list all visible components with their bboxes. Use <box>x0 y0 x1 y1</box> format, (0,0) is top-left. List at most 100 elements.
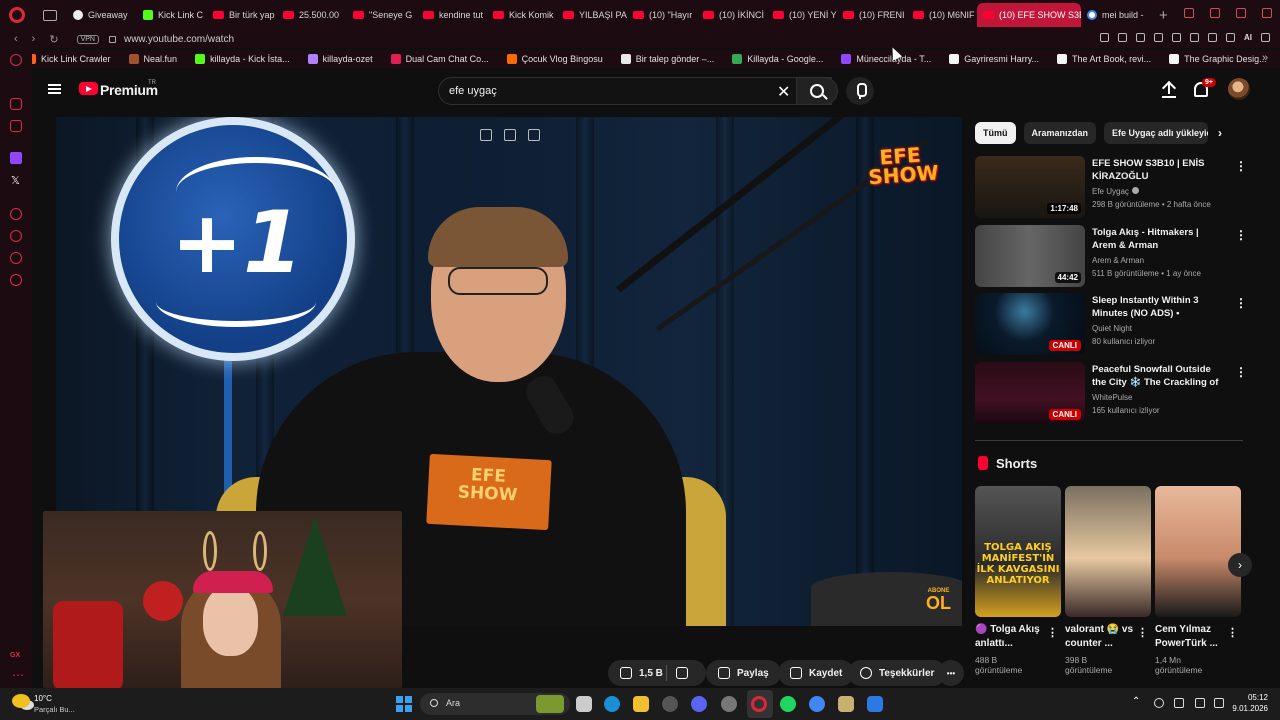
video-thumbnail[interactable]: CANLI <box>975 293 1085 355</box>
short-title[interactable]: Cem Yılmaz PowerTürk ... <box>1155 623 1225 651</box>
sidebar-x-icon[interactable]: 𝕏 <box>11 174 20 187</box>
opera-gx-icon[interactable] <box>751 696 767 712</box>
aria-ai-button[interactable]: AI <box>1244 33 1252 42</box>
weather-icon[interactable] <box>12 694 30 708</box>
network-tray-icon[interactable] <box>1195 698 1205 708</box>
tab[interactable]: (10) İKİNCİ <box>697 3 767 27</box>
sidebar-gx-icon[interactable]: GX <box>10 652 20 659</box>
recommendation-item[interactable]: CANLI Peaceful Snowfall Outside the City … <box>975 362 1255 424</box>
tab[interactable]: YILBAŞI PA <box>557 3 627 27</box>
file-explorer-icon[interactable] <box>633 696 649 712</box>
voice-search-icon[interactable] <box>846 77 874 105</box>
reload-icon[interactable]: ↻ <box>49 33 58 46</box>
obs-icon[interactable] <box>721 696 737 712</box>
save-button[interactable]: Kaydet <box>778 660 855 686</box>
extensions-icon[interactable] <box>1190 33 1199 42</box>
sidebar-more-icon[interactable]: ⋯ <box>12 668 24 682</box>
more-options-icon[interactable]: ⋮ <box>1047 626 1058 639</box>
bookmark-item[interactable]: Bir talep gönder –... <box>620 54 714 64</box>
opera-logo-icon[interactable] <box>9 7 25 23</box>
edge-icon[interactable] <box>604 696 620 712</box>
short-item[interactable]: TOLGA AKIŞ MANİFEST'IN İLK KAVGASINI ANL… <box>975 486 1061 675</box>
channel-name[interactable]: WhitePulse <box>1092 393 1132 402</box>
maximize-icon[interactable] <box>1236 8 1246 18</box>
search-button[interactable] <box>796 77 838 105</box>
vpn-badge[interactable]: VPN <box>76 34 99 44</box>
easy-setup-icon[interactable] <box>1208 33 1217 42</box>
tab[interactable]: mei build - <box>1081 3 1151 27</box>
short-thumbnail[interactable] <box>1065 486 1151 617</box>
bookmark-item[interactable]: The Art Book, revi... <box>1057 54 1151 64</box>
video-thumbnail[interactable]: 44:42 <box>975 225 1085 287</box>
thumbs-down-icon[interactable] <box>676 667 688 679</box>
recommendation-item[interactable]: 44:42 Tolga Akış - Hitmakers | Arem & Arm… <box>975 225 1255 287</box>
sidebar-settings-icon[interactable] <box>10 274 22 286</box>
heart-icon[interactable] <box>1172 33 1181 42</box>
channel-name[interactable]: Arem & Arman <box>1092 256 1144 265</box>
bookmark-item[interactable]: killayda - Kick İsta... <box>195 54 290 64</box>
play-icon[interactable] <box>1154 33 1163 42</box>
recommendation-item[interactable]: CANLI Sleep Instantly Within 3 Minutes (N… <box>975 293 1255 355</box>
tab[interactable]: (10) M6NIF <box>907 3 977 27</box>
download-icon[interactable] <box>1226 33 1235 42</box>
short-title[interactable]: 🟣 Tolga Akış anlattı... <box>975 623 1045 651</box>
video-title[interactable]: Sleep Instantly Within 3 Minutes (NO ADS… <box>1092 294 1222 320</box>
tab[interactable]: "Seneye G <box>347 3 417 27</box>
more-options-icon[interactable]: ⋮ <box>1227 626 1238 639</box>
sidebar-history-icon[interactable] <box>10 230 22 242</box>
menu-icon[interactable] <box>1261 33 1270 42</box>
spotify-icon[interactable] <box>780 696 796 712</box>
sidebar-aria-icon[interactable] <box>10 54 22 66</box>
tab[interactable]: kendine tut <box>417 3 487 27</box>
url-field[interactable]: www.youtube.com/watch <box>124 34 234 45</box>
mic-tray-icon[interactable] <box>1174 698 1184 708</box>
bookmarks-overflow-icon[interactable]: » <box>1262 52 1274 64</box>
thanks-button[interactable]: Teşekkürler <box>848 660 947 686</box>
like-button[interactable]: 1,5 B <box>608 660 706 686</box>
more-options-icon[interactable]: ⋮ <box>1137 626 1148 639</box>
short-item[interactable]: valorant 😭 vs counter ... 398 Bgörüntülem… <box>1065 486 1151 675</box>
video-title[interactable]: EFE SHOW S3B10 | ENİS KİRAZOĞLU <box>1092 157 1222 183</box>
next-video-icon[interactable] <box>528 129 540 141</box>
tab-overview-icon[interactable] <box>43 9 57 21</box>
video-title[interactable]: Peaceful Snowfall Outside the City ❄️ Th… <box>1092 363 1222 389</box>
vscode-icon[interactable] <box>867 696 883 712</box>
tab[interactable]: Kick Link C <box>137 3 207 27</box>
filter-chip[interactable]: Tümü <box>975 122 1016 144</box>
bookmark-item[interactable]: killayda-ozet <box>307 54 373 64</box>
bookmark-item[interactable]: Çocuk Vlog Bingosu <box>506 54 603 64</box>
video-thumbnail[interactable]: CANLI <box>975 362 1085 424</box>
sidebar-pinboard-icon[interactable] <box>10 252 22 264</box>
account-avatar[interactable] <box>1228 78 1250 100</box>
bookmark-item[interactable]: Müneccilayda - T... <box>841 54 931 64</box>
weather-description[interactable]: Parçalı Bu... <box>34 705 75 714</box>
vpn-tray-icon[interactable] <box>1154 698 1164 708</box>
minimize-icon[interactable] <box>1210 8 1220 18</box>
tab[interactable]: (10) FRENI <box>837 3 907 27</box>
tab[interactable]: (10) YENİ Y <box>767 3 837 27</box>
video-title[interactable]: Tolga Akış - Hitmakers | Arem & Arman <box>1092 226 1222 252</box>
back-icon[interactable]: ‹ <box>14 33 18 45</box>
guide-menu-icon[interactable] <box>48 84 61 94</box>
close-window-icon[interactable] <box>1262 8 1272 18</box>
channel-name[interactable]: Efe Uygaç <box>1092 187 1139 196</box>
taskbar-search[interactable]: Ara <box>420 693 570 715</box>
channel-name[interactable]: Quiet Night <box>1092 324 1132 333</box>
task-view-icon[interactable] <box>576 696 592 712</box>
sidebar-messenger-icon[interactable] <box>10 98 22 110</box>
pin-icon[interactable] <box>1100 33 1109 42</box>
short-thumbnail[interactable] <box>1155 486 1241 617</box>
pip-icon[interactable] <box>504 129 516 141</box>
filter-chip[interactable]: Aramanızdan <box>1023 122 1097 144</box>
tab-active[interactable]: (10) EFE SHOW S3B <box>977 3 1081 27</box>
league-client-icon[interactable] <box>838 696 854 712</box>
more-options-icon[interactable]: ⋮ <box>1235 228 1247 242</box>
bookmark-item[interactable]: Neal.fun <box>128 54 177 64</box>
sidebar-twitch-icon[interactable] <box>10 152 22 164</box>
more-options-icon[interactable]: ⋮ <box>1235 365 1247 379</box>
new-tab-button[interactable]: + <box>1159 7 1168 24</box>
tab[interactable]: Kick Komik <box>487 3 557 27</box>
snapshot-icon[interactable] <box>1118 33 1127 42</box>
more-actions-button[interactable]: ••• <box>938 660 964 686</box>
adblock-icon[interactable] <box>1136 33 1145 42</box>
